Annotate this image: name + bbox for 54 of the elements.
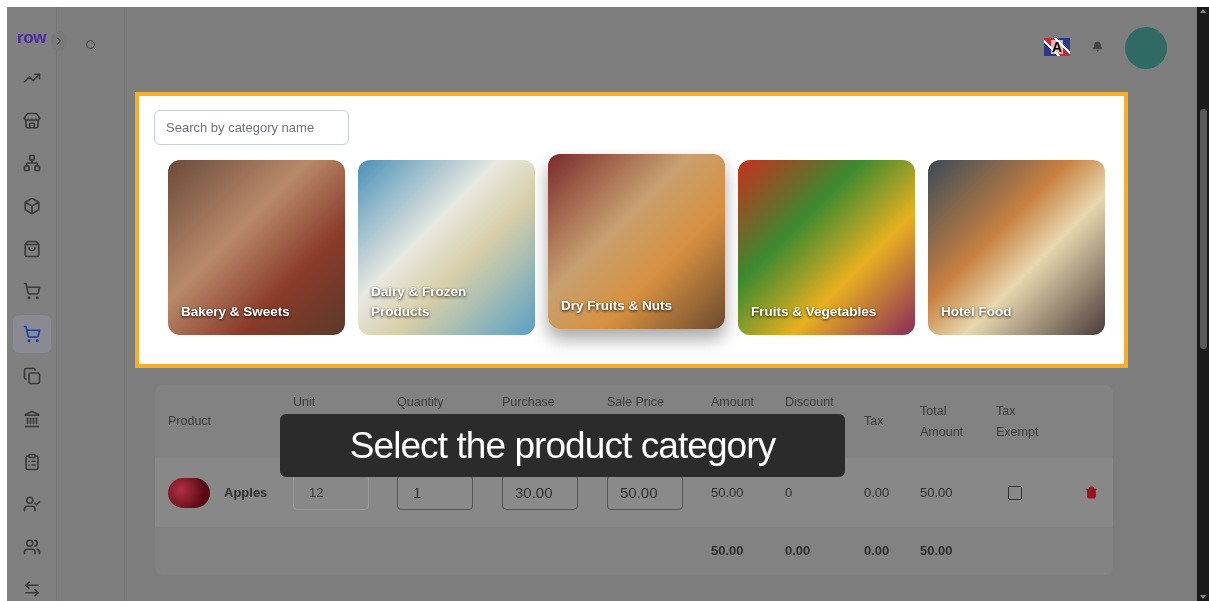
column-header: Purchase: [502, 394, 555, 411]
column-header: Discount: [785, 394, 834, 411]
column-header: Tax Exempt: [996, 402, 1040, 441]
building-icon: [22, 410, 41, 429]
column-header: Sale Price: [607, 394, 664, 411]
purchase-cost-field[interactable]: 30.00: [502, 475, 578, 510]
box-icon: [22, 197, 41, 216]
column-header: Amount: [711, 394, 755, 411]
tooltip: Select the product category: [280, 414, 845, 477]
user-check-icon: [22, 495, 41, 514]
swap-arrows-icon: [22, 580, 41, 599]
quantity-field[interactable]: 1: [397, 475, 473, 510]
column-header: Unit: [293, 394, 316, 411]
amount-cell-text: 50.00: [711, 483, 745, 502]
logo: row: [17, 29, 46, 47]
tax-exempt-checkbox[interactable]: [1008, 485, 1022, 500]
delete-icon[interactable]: [1085, 486, 1098, 499]
store-icon: [22, 111, 41, 130]
scrollbar[interactable]: [1197, 7, 1209, 601]
category-label: Bakery & Sweets: [181, 303, 290, 321]
cart-icon: [22, 324, 41, 343]
column-header: Tax: [864, 413, 884, 430]
category-label: Dairy & Frozen Products: [371, 283, 468, 321]
sidebar-item[interactable]: [12, 314, 51, 353]
category-card[interactable]: Hotel Food: [928, 160, 1105, 335]
total-cell-text: 50.00: [920, 542, 954, 561]
tax-cell-text: 0.00: [864, 483, 891, 502]
column-header: Product: [168, 413, 212, 430]
discount-cell-text: 0: [785, 483, 794, 502]
bag-icon: [22, 239, 41, 258]
category-card[interactable]: Dry Fruits & Nuts: [548, 154, 725, 329]
search-icon[interactable]: [84, 39, 97, 51]
copy-icon: [22, 367, 41, 386]
total-cell-text: 0.00: [785, 542, 812, 561]
category-label: Dry Fruits & Nuts: [561, 297, 672, 315]
total-cell-text: 0.00: [864, 542, 891, 561]
product-name: Apples: [224, 483, 268, 502]
bell-icon[interactable]: [1092, 41, 1103, 52]
category-label: Hotel Food: [941, 303, 1012, 321]
sale-price-field[interactable]: 50.00: [607, 475, 683, 510]
language-icon[interactable]: A: [1044, 38, 1070, 56]
cart-icon: [22, 282, 41, 301]
hierarchy-icon: [22, 154, 41, 173]
category-card[interactable]: Fruits & Vegetables: [738, 160, 915, 335]
column-header: Total Amount: [920, 402, 965, 441]
avatar[interactable]: [1125, 27, 1167, 69]
category-label: Fruits & Vegetables: [751, 303, 877, 321]
column-header: Quantity: [397, 394, 444, 411]
total-cell-text: 50.00: [711, 542, 745, 561]
total-amount-cell-text: 50.00: [920, 483, 954, 502]
search-field[interactable]: Search by category name: [154, 110, 349, 145]
category-card[interactable]: Bakery & Sweets: [168, 160, 345, 335]
users-icon: [22, 537, 41, 556]
list-icon: [22, 452, 41, 471]
